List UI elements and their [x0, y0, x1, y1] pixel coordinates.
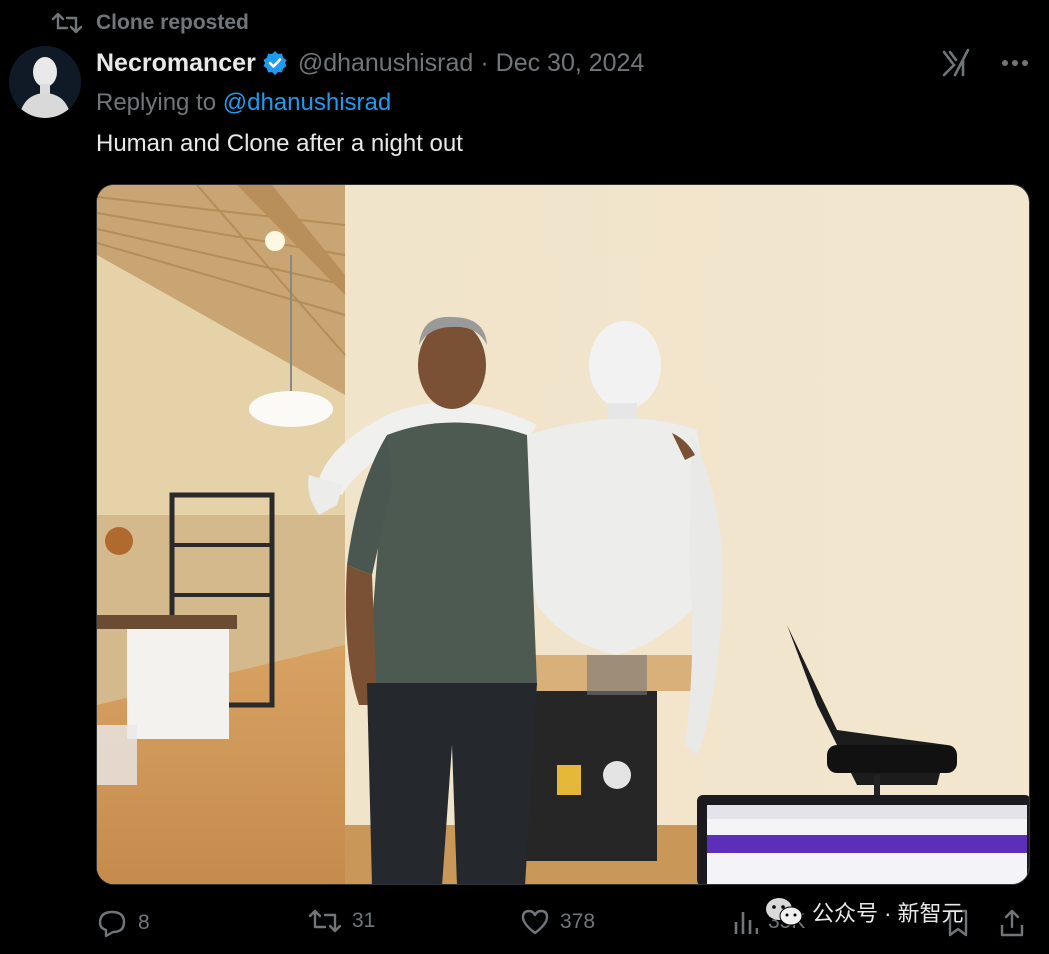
tweet-text: Human and Clone after a night out	[96, 130, 463, 157]
repost-count: 31	[352, 909, 376, 932]
repost-icon	[308, 909, 342, 933]
repost-label: Clone reposted	[96, 11, 249, 34]
post-date[interactable]: Dec 30, 2024	[496, 49, 645, 78]
watermark: 公众号 · 新智元	[764, 896, 964, 928]
reply-icon	[98, 910, 126, 938]
views-icon	[734, 912, 758, 934]
replying-to: Replying to @dhanushisrad	[96, 89, 391, 117]
author-name[interactable]: Necromancer	[96, 49, 256, 78]
watermark-text: 公众号 · 新智元	[812, 901, 964, 926]
replying-to-prefix: Replying to	[96, 89, 223, 116]
more-icon[interactable]	[1001, 59, 1029, 67]
heart-icon	[521, 909, 549, 935]
repost-icon	[52, 12, 82, 34]
author-row: Necromancer @dhanushisrad · Dec 30, 2024	[96, 46, 644, 80]
like-count: 378	[560, 910, 596, 933]
like-action[interactable]: 378	[520, 908, 595, 936]
tweet-top-actions	[941, 46, 1029, 80]
wechat-icon	[766, 898, 803, 926]
share-action[interactable]	[998, 908, 1026, 938]
author-handle[interactable]: @dhanushisrad	[298, 49, 474, 78]
repost-action[interactable]: 31	[308, 908, 375, 934]
share-icon	[1000, 909, 1024, 937]
repost-header: Clone reposted	[52, 10, 249, 36]
tweet-photo[interactable]	[96, 184, 1030, 885]
avatar[interactable]	[9, 46, 81, 118]
reply-action[interactable]: 8	[96, 908, 150, 938]
mention-link[interactable]: @dhanushisrad	[223, 89, 391, 116]
verified-badge-icon	[262, 50, 288, 76]
separator-dot: ·	[480, 48, 489, 77]
reply-count: 8	[138, 911, 150, 934]
grok-icon[interactable]	[941, 48, 971, 78]
